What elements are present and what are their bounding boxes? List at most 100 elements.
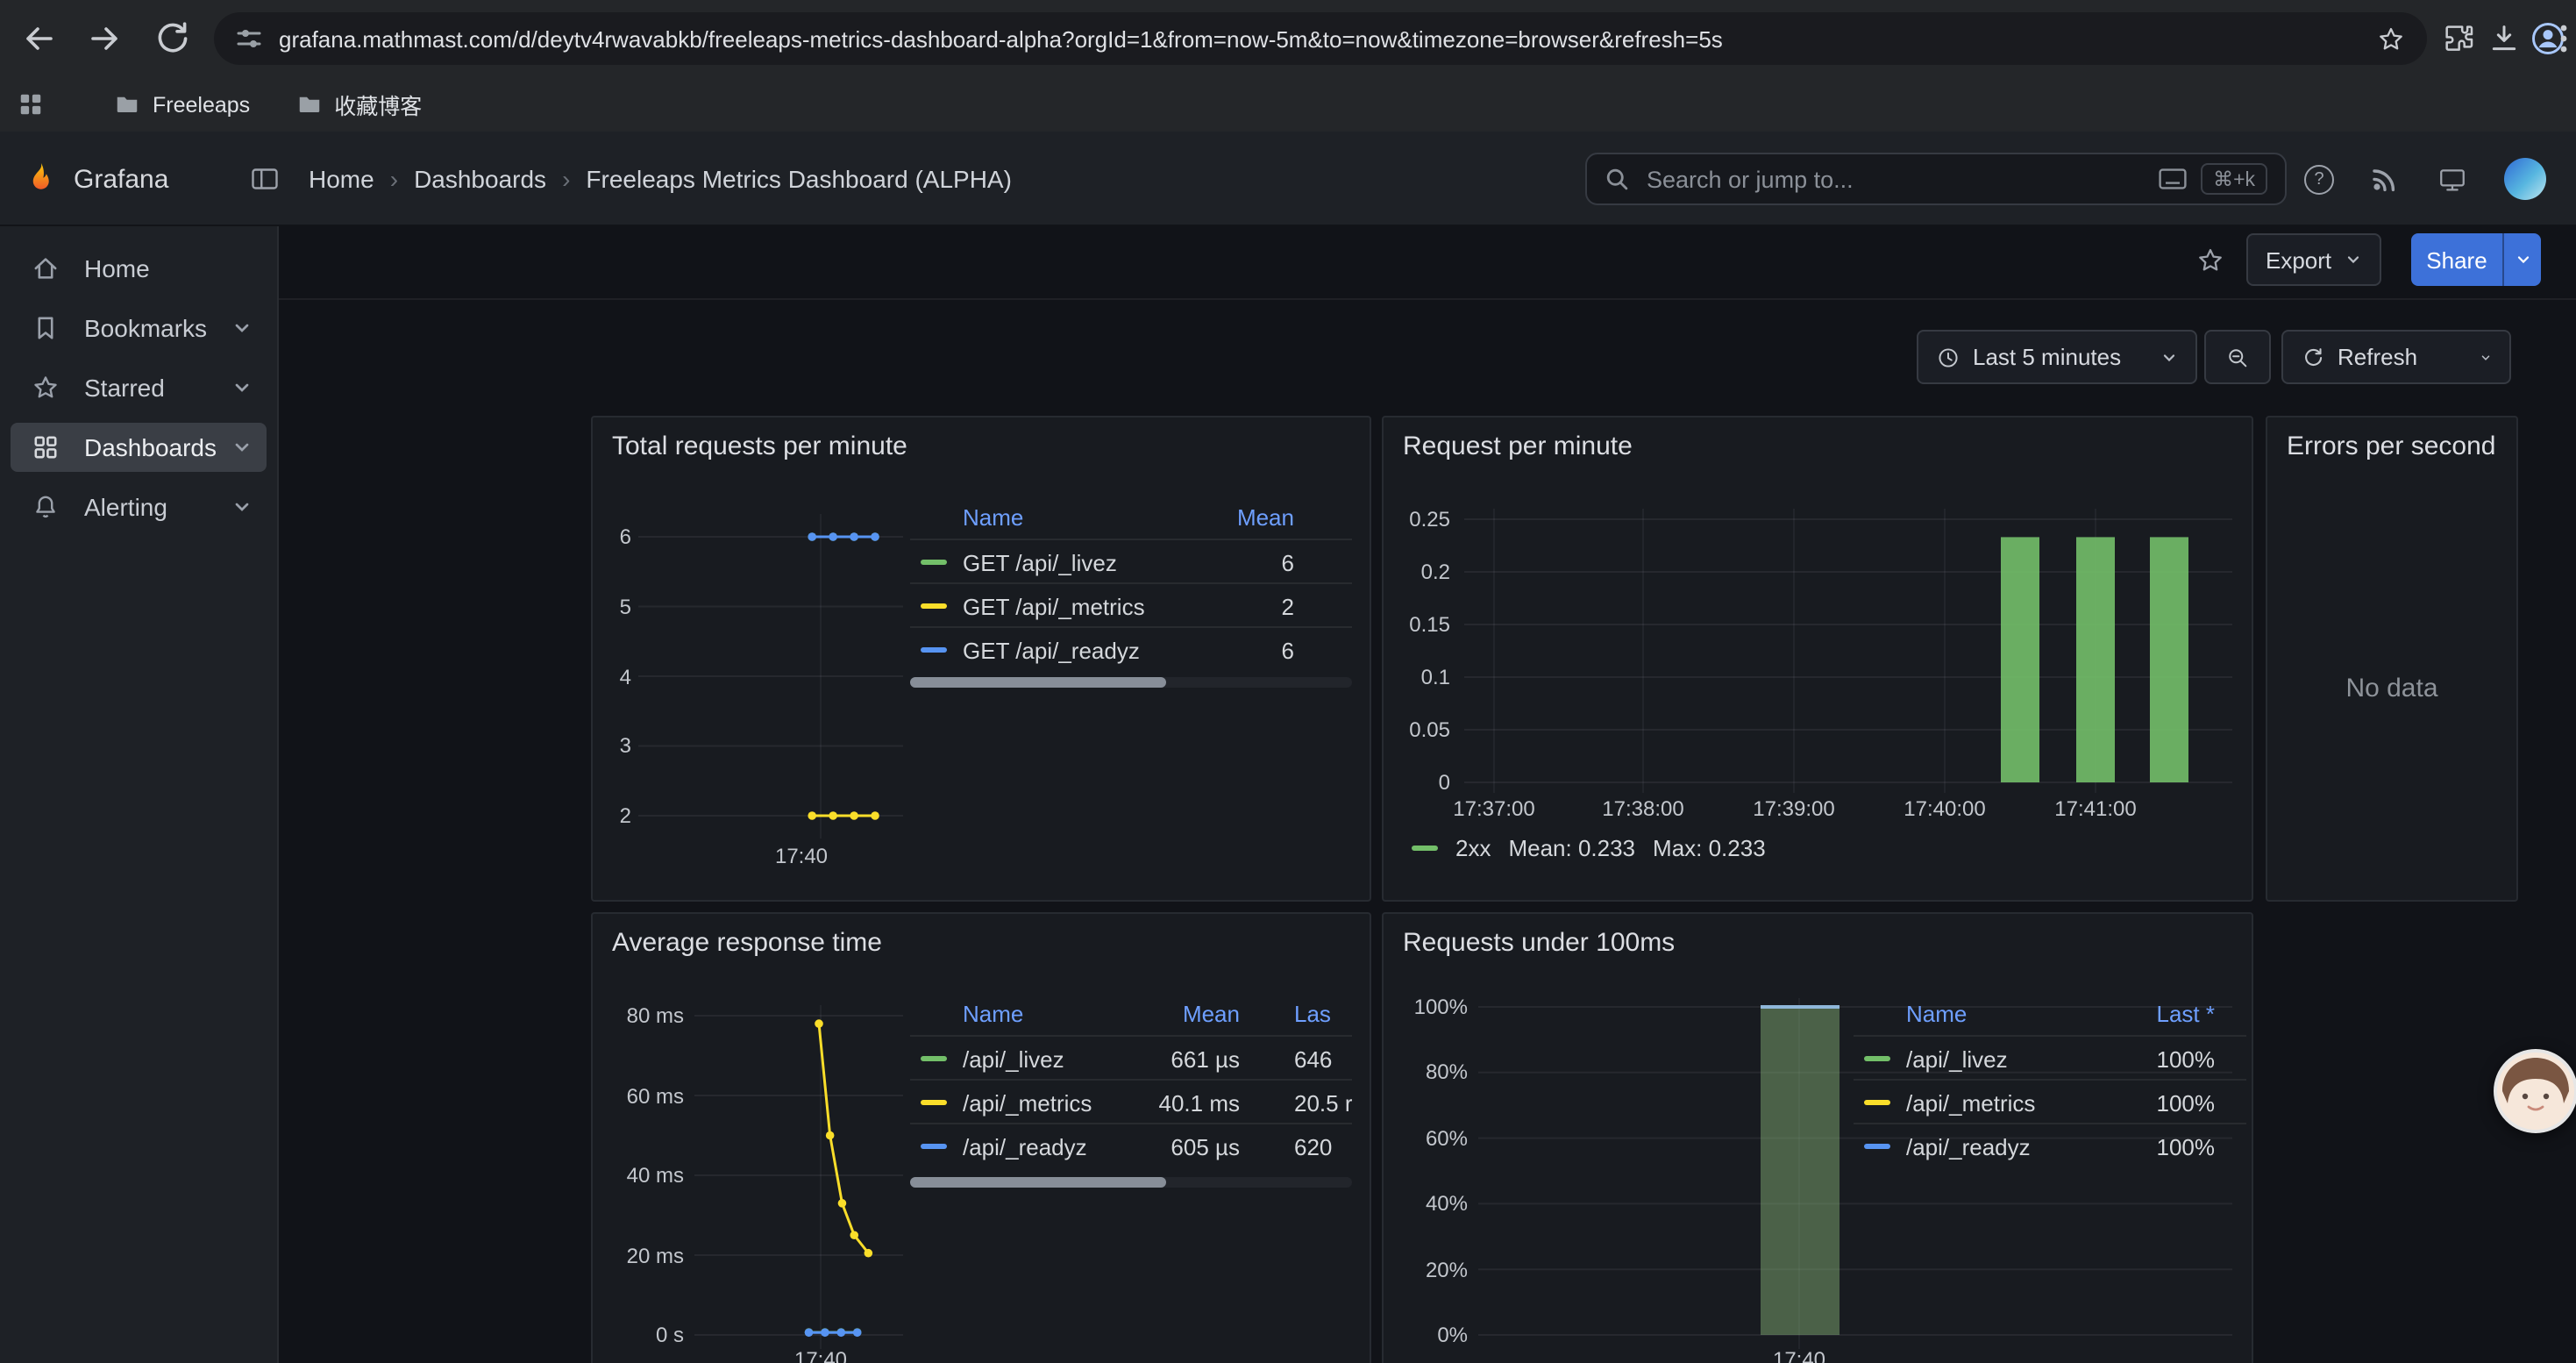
chevron-down-icon xyxy=(2344,251,2361,268)
sidebar-item-dashboards[interactable]: Dashboards xyxy=(11,423,267,472)
legend-series-name[interactable]: /api/_readyz xyxy=(1906,1133,2031,1160)
search-box[interactable]: ⌘+k xyxy=(1585,153,2287,205)
legend-series-name[interactable]: /api/_metrics xyxy=(963,1089,1092,1116)
share-button[interactable]: Share xyxy=(2411,233,2502,286)
scrollbar-thumb[interactable] xyxy=(910,677,1166,688)
legend-table: NameMeanGET /api/_livez6GET /api/_metric… xyxy=(910,495,1352,672)
bell-icon xyxy=(32,493,60,521)
panel-title[interactable]: Errors per second xyxy=(2287,432,2495,461)
panel-title[interactable]: Request per minute xyxy=(1403,432,1633,461)
sidebar-item-home[interactable]: Home xyxy=(11,244,267,293)
panel-title[interactable]: Requests under 100ms xyxy=(1403,928,1675,958)
y-axis-tick: 5 xyxy=(593,595,631,619)
refresh-icon xyxy=(2301,345,2325,369)
omnibox[interactable] xyxy=(214,12,2427,65)
grafana-header: Grafana Home›Dashboards›Freeleaps Metric… xyxy=(0,132,2576,226)
breadcrumb-item[interactable]: Home xyxy=(309,165,374,193)
y-axis-tick: 0.1 xyxy=(1384,665,1450,689)
series-color-dash xyxy=(1864,1144,1890,1149)
breadcrumb-item[interactable]: Freeleaps Metrics Dashboard (ALPHA) xyxy=(586,165,1012,193)
rss-icon[interactable] xyxy=(2371,165,2399,193)
breadcrumb-separator: › xyxy=(390,165,398,193)
download-icon[interactable] xyxy=(2487,21,2522,56)
bookmark-item[interactable]: 收藏博客 xyxy=(295,88,422,121)
y-axis-tick: 0.2 xyxy=(1384,560,1450,584)
zoom-out-button[interactable] xyxy=(2204,330,2271,384)
legend-header-name[interactable]: Name xyxy=(1906,1000,1967,1026)
refresh-button[interactable]: Refresh xyxy=(2281,330,2464,384)
forward-icon[interactable] xyxy=(84,18,126,60)
favorite-star-icon[interactable] xyxy=(2195,246,2225,275)
legend-series-name[interactable]: /api/_readyz xyxy=(963,1133,1087,1160)
sidebar-item-label: Alerting xyxy=(84,493,167,521)
sidebar-toggle-icon[interactable] xyxy=(249,163,281,195)
panel-title[interactable]: Total requests per minute xyxy=(612,432,907,461)
chevron-down-icon[interactable] xyxy=(231,318,253,339)
help-icon[interactable]: ? xyxy=(2304,165,2334,195)
legend-header-name[interactable]: Name xyxy=(963,1000,1023,1026)
chevron-down-icon[interactable] xyxy=(231,496,253,517)
site-settings-icon[interactable] xyxy=(235,25,263,53)
folder-icon xyxy=(295,91,322,118)
menu-kebab-icon[interactable] xyxy=(2555,21,2572,56)
chevron-down-icon xyxy=(2480,348,2492,366)
y-axis-tick: 60 ms xyxy=(593,1083,684,1108)
grafana-logo[interactable] xyxy=(21,160,60,198)
legend-header-row: Name Mean xyxy=(910,495,1352,539)
legend-row: GET /api/_metrics2 xyxy=(910,582,1352,628)
time-range-picker[interactable]: Last 5 minutes xyxy=(1917,330,2197,384)
sidebar-item-alerting[interactable]: Alerting xyxy=(11,482,267,532)
export-button[interactable]: Export xyxy=(2246,233,2380,286)
series-color-dash xyxy=(921,1056,947,1061)
bookmark-icon xyxy=(32,314,60,342)
share-dropdown-button[interactable] xyxy=(2502,233,2541,286)
bookmark-item[interactable]: Freeleaps xyxy=(114,91,250,118)
chevron-down-icon xyxy=(2160,348,2178,366)
breadcrumb-separator: › xyxy=(562,165,570,193)
legend-series-name[interactable]: GET /api/_livez xyxy=(963,549,1117,575)
apps-grid-icon[interactable] xyxy=(18,91,44,118)
chevron-down-icon[interactable] xyxy=(231,437,253,458)
panel-title[interactable]: Average response time xyxy=(612,928,882,958)
series-color-dash rpm-legend-dash xyxy=(1412,846,1438,851)
scrollbar-thumb[interactable] xyxy=(910,1177,1166,1188)
legend-series-name[interactable]: /api/_metrics xyxy=(1906,1089,2035,1116)
y-axis-tick: 80 ms xyxy=(593,1003,684,1028)
panel-request-per-minute: Request per minute 2xx Mean: 0.233 Max: … xyxy=(1382,416,2253,902)
legend-header-mean[interactable]: Mean xyxy=(1237,503,1294,530)
legend-mean-value: 40.1 ms xyxy=(1159,1089,1241,1116)
legend-series-name[interactable]: /api/_livez xyxy=(963,1045,1064,1072)
refresh-interval-dropdown[interactable] xyxy=(2462,330,2511,384)
chat-widget-avatar[interactable] xyxy=(2494,1049,2576,1133)
user-avatar[interactable] xyxy=(2504,158,2546,200)
breadcrumb-item[interactable]: Dashboards xyxy=(414,165,546,193)
bookmark-star-icon[interactable] xyxy=(2376,24,2406,54)
legend-last-value: 100% xyxy=(2157,1133,2216,1160)
sidebar-item-bookmarks[interactable]: Bookmarks xyxy=(11,303,267,353)
x-axis-tick: 17:41:00 xyxy=(2054,796,2136,821)
legend-series-name[interactable]: /api/_livez xyxy=(1906,1045,2008,1072)
extensions-puzzle-icon[interactable] xyxy=(2441,21,2476,56)
y-axis-tick: 6 xyxy=(593,525,631,549)
chevron-down-icon[interactable] xyxy=(231,377,253,398)
legend-header-last[interactable]: Last * xyxy=(2157,1000,2216,1026)
legend-series-name[interactable]: GET /api/_metrics xyxy=(963,593,1145,619)
legend-header-last[interactable]: Las xyxy=(1294,1000,1331,1026)
y-axis-tick: 0.05 xyxy=(1384,717,1450,742)
series-color-dash xyxy=(921,560,947,565)
series-color-dash xyxy=(921,1100,947,1105)
search-icon xyxy=(1605,167,1629,191)
legend-header-name[interactable]: Name xyxy=(963,503,1023,530)
bookmarks-bar: Freeleaps 收藏博客 xyxy=(0,77,2576,132)
sidebar-item-starred[interactable]: Starred xyxy=(11,363,267,412)
legend-last-value: 646 xyxy=(1294,1045,1332,1072)
url-input[interactable] xyxy=(279,25,2360,52)
reload-icon[interactable] xyxy=(151,18,193,60)
search-input[interactable] xyxy=(1643,164,2145,194)
legend-series-name[interactable]: GET /api/_readyz xyxy=(963,637,1140,663)
legend-series-name[interactable]: 2xx xyxy=(1455,835,1491,861)
y-axis-tick: 80% xyxy=(1384,1060,1468,1085)
legend-header-mean[interactable]: Mean xyxy=(1183,1000,1240,1026)
monitor-icon[interactable] xyxy=(2437,165,2467,195)
back-icon[interactable] xyxy=(18,18,60,60)
